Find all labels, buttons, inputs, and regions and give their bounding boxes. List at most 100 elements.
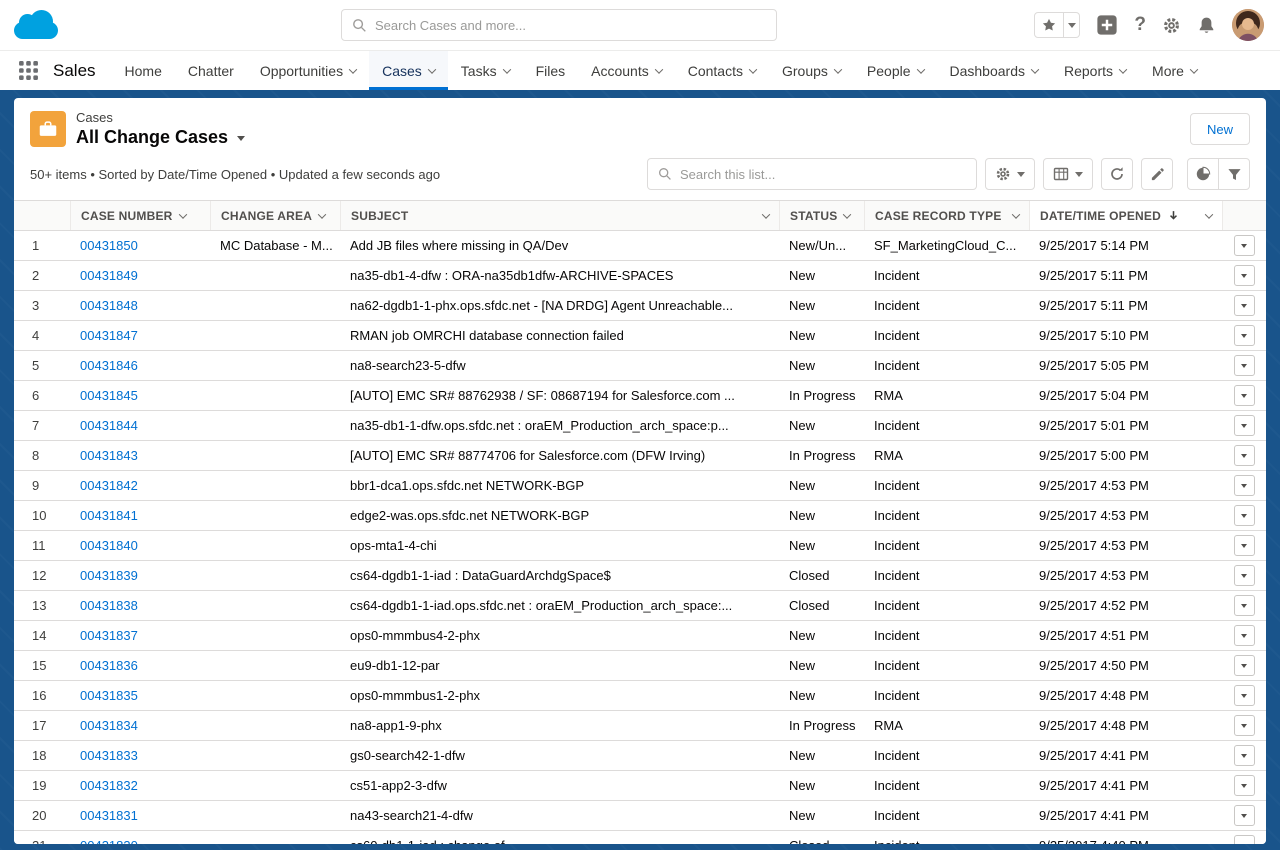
list-settings-button[interactable] bbox=[985, 158, 1035, 190]
case-number-link[interactable]: 00431832 bbox=[80, 778, 138, 793]
favorites-star-button[interactable] bbox=[1034, 12, 1064, 38]
inline-edit-button[interactable] bbox=[1141, 158, 1173, 190]
row-actions-button[interactable] bbox=[1234, 685, 1255, 706]
case-number-link[interactable]: 00431837 bbox=[80, 628, 138, 643]
chevron-down-icon[interactable] bbox=[1012, 210, 1020, 218]
row-actions-button[interactable] bbox=[1234, 565, 1255, 586]
list-view-title[interactable]: All Change Cases bbox=[76, 126, 245, 148]
nav-item-label: Home bbox=[125, 63, 162, 79]
chevron-down-icon[interactable] bbox=[916, 65, 924, 73]
column-header-subject[interactable]: SUBJECT bbox=[340, 201, 779, 230]
case-number-link[interactable]: 00431835 bbox=[80, 688, 138, 703]
user-avatar[interactable] bbox=[1232, 9, 1264, 41]
row-actions-button[interactable] bbox=[1234, 835, 1255, 844]
row-actions-button[interactable] bbox=[1234, 265, 1255, 286]
row-actions-button[interactable] bbox=[1234, 235, 1255, 256]
case-number-link[interactable]: 00431841 bbox=[80, 508, 138, 523]
row-actions-button[interactable] bbox=[1234, 625, 1255, 646]
global-search-input[interactable] bbox=[375, 18, 766, 33]
nav-item[interactable]: Files bbox=[523, 51, 579, 90]
row-actions-button[interactable] bbox=[1234, 775, 1255, 796]
chevron-down-icon[interactable] bbox=[428, 65, 436, 73]
case-number-link[interactable]: 00431842 bbox=[80, 478, 138, 493]
display-as-button[interactable] bbox=[1043, 158, 1093, 190]
nav-item[interactable]: People bbox=[854, 51, 937, 90]
row-actions-button[interactable] bbox=[1234, 385, 1255, 406]
row-actions-button[interactable] bbox=[1234, 475, 1255, 496]
chevron-down-icon[interactable] bbox=[654, 65, 662, 73]
case-number-link[interactable]: 00431846 bbox=[80, 358, 138, 373]
nav-item[interactable]: Dashboards bbox=[937, 51, 1052, 90]
case-number-link[interactable]: 00431834 bbox=[80, 718, 138, 733]
nav-item[interactable]: Contacts bbox=[675, 51, 769, 90]
table-row: 20 00431831 na43-search21-4-dfw New Inci… bbox=[14, 801, 1266, 831]
case-number-link[interactable]: 00431830 bbox=[80, 838, 138, 844]
chevron-down-icon[interactable] bbox=[1031, 65, 1039, 73]
help-button[interactable]: ? bbox=[1134, 14, 1146, 36]
list-search-input[interactable] bbox=[680, 167, 966, 182]
chevron-down-icon[interactable] bbox=[1119, 65, 1127, 73]
case-number-link[interactable]: 00431849 bbox=[80, 268, 138, 283]
case-number-link[interactable]: 00431847 bbox=[80, 328, 138, 343]
case-number-link[interactable]: 00431848 bbox=[80, 298, 138, 313]
row-actions-button[interactable] bbox=[1234, 745, 1255, 766]
chevron-down-icon[interactable] bbox=[1205, 210, 1213, 218]
quick-create-button[interactable] bbox=[1096, 14, 1118, 36]
chevron-down-icon[interactable] bbox=[318, 210, 326, 218]
column-header-status[interactable]: STATUS bbox=[779, 201, 864, 230]
chevron-down-icon[interactable] bbox=[1190, 65, 1198, 73]
case-number-link[interactable]: 00431840 bbox=[80, 538, 138, 553]
nav-item[interactable]: Accounts bbox=[578, 51, 675, 90]
chevron-down-icon[interactable] bbox=[178, 210, 186, 218]
chevron-down-icon[interactable] bbox=[502, 65, 510, 73]
chevron-down-icon[interactable] bbox=[749, 65, 757, 73]
refresh-button[interactable] bbox=[1101, 158, 1133, 190]
global-search[interactable] bbox=[341, 9, 777, 41]
row-actions-button[interactable] bbox=[1234, 655, 1255, 676]
app-launcher-icon[interactable] bbox=[18, 60, 39, 81]
column-header-date-time-opened[interactable]: DATE/TIME OPENED bbox=[1029, 201, 1222, 230]
case-number-link[interactable]: 00431839 bbox=[80, 568, 138, 583]
setup-button[interactable] bbox=[1162, 16, 1181, 35]
column-header-case-number[interactable]: CASE NUMBER bbox=[70, 201, 210, 230]
nav-item[interactable]: Home bbox=[112, 51, 175, 90]
row-actions-button[interactable] bbox=[1234, 325, 1255, 346]
case-number-link[interactable]: 00431844 bbox=[80, 418, 138, 433]
nav-item[interactable]: Chatter bbox=[175, 51, 247, 90]
column-header-change-area[interactable]: CHANGE AREA bbox=[210, 201, 340, 230]
case-number-link[interactable]: 00431843 bbox=[80, 448, 138, 463]
list-search[interactable] bbox=[647, 158, 977, 190]
nav-item[interactable]: Tasks bbox=[448, 51, 523, 90]
nav-item[interactable]: Reports bbox=[1051, 51, 1139, 90]
column-header-case-record-type[interactable]: CASE RECORD TYPE bbox=[864, 201, 1029, 230]
chevron-down-icon[interactable] bbox=[843, 210, 851, 218]
list-view-selector-icon[interactable] bbox=[237, 136, 245, 141]
nav-item[interactable]: Groups bbox=[769, 51, 854, 90]
case-number-link[interactable]: 00431850 bbox=[80, 238, 138, 253]
row-actions-button[interactable] bbox=[1234, 355, 1255, 376]
notifications-button[interactable] bbox=[1197, 16, 1216, 35]
favorites-menu-button[interactable] bbox=[1064, 12, 1080, 38]
case-number-link[interactable]: 00431845 bbox=[80, 388, 138, 403]
row-actions-button[interactable] bbox=[1234, 295, 1255, 316]
row-actions-button[interactable] bbox=[1234, 505, 1255, 526]
case-number-link[interactable]: 00431836 bbox=[80, 658, 138, 673]
row-actions-button[interactable] bbox=[1234, 595, 1255, 616]
chevron-down-icon[interactable] bbox=[834, 65, 842, 73]
chevron-down-icon[interactable] bbox=[349, 65, 357, 73]
nav-item[interactable]: Opportunities bbox=[247, 51, 369, 90]
row-actions-button[interactable] bbox=[1234, 445, 1255, 466]
charts-button[interactable] bbox=[1187, 158, 1219, 190]
case-number-link[interactable]: 00431838 bbox=[80, 598, 138, 613]
row-actions-button[interactable] bbox=[1234, 415, 1255, 436]
case-number-link[interactable]: 00431833 bbox=[80, 748, 138, 763]
case-number-link[interactable]: 00431831 bbox=[80, 808, 138, 823]
nav-item[interactable]: Cases bbox=[369, 51, 448, 90]
nav-item[interactable]: More bbox=[1139, 51, 1210, 90]
new-case-button[interactable]: New bbox=[1190, 113, 1250, 145]
filters-button[interactable] bbox=[1218, 158, 1250, 190]
chevron-down-icon[interactable] bbox=[762, 210, 770, 218]
row-actions-button[interactable] bbox=[1234, 715, 1255, 736]
row-actions-button[interactable] bbox=[1234, 805, 1255, 826]
row-actions-button[interactable] bbox=[1234, 535, 1255, 556]
